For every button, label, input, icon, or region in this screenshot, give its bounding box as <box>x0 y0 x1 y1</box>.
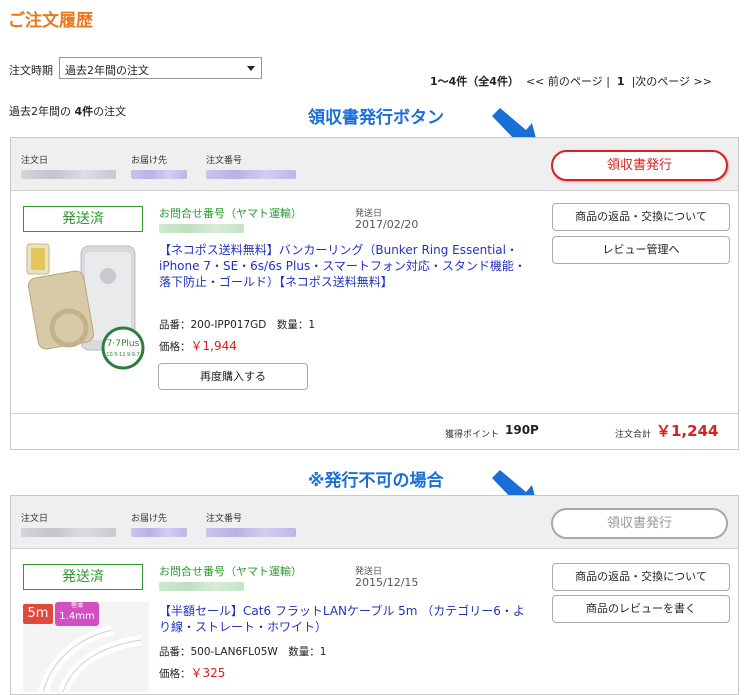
order-date-redacted <box>21 170 116 179</box>
tracking-number-redacted <box>159 224 244 233</box>
pagination: 1〜4件（全4件） << 前のページ | 1 |次のページ >> <box>430 73 712 89</box>
tracking-number-label[interactable]: お問合せ番号（ヤマト運輸） <box>159 205 302 221</box>
write-review-button[interactable]: 商品のレビューを書く <box>552 595 730 623</box>
order-date-label: 注文日 <box>21 156 49 166</box>
order-date-label: 注文日 <box>21 514 49 524</box>
order-number-label: 注文番号 <box>206 156 243 166</box>
product-price-row: 価格：￥325 <box>159 664 225 681</box>
product-name-link[interactable]: 【ネコポス送料無料】バンカーリング（Bunker Ring Essential・… <box>159 242 529 290</box>
product-price-row: 価格：￥1,944 <box>159 337 237 354</box>
return-exchange-button[interactable]: 商品の返品・交換について <box>552 203 730 231</box>
pager-next-link[interactable]: 次のページ >> <box>635 75 712 88</box>
period-label: 注文時期 <box>9 64 53 77</box>
summary-count: 4件 <box>74 105 94 118</box>
product-image[interactable]: 5m 極薄 1.4mm <box>23 602 149 692</box>
product-sku: 品番：500-LAN6FL05W 数量：1 <box>159 646 327 658</box>
order-total-label: 注文合計 <box>615 430 652 440</box>
cable-illustration <box>38 626 142 692</box>
ship-to-redacted <box>131 170 187 179</box>
order-total-value: ￥1,244 <box>656 422 719 440</box>
receipt-issue-button-disabled: 領収書発行 <box>551 508 728 539</box>
status-badge: 発送済 <box>23 564 143 590</box>
order-date-redacted <box>21 528 116 537</box>
chevron-down-icon <box>247 66 255 71</box>
tracking-number-label[interactable]: お問合せ番号（ヤマト運輸） <box>159 563 302 579</box>
ship-to-label: お届け先 <box>131 156 168 166</box>
length-badge: 5m <box>23 604 53 624</box>
order-card: 注文日 お届け先 注文番号 領収書発行 発送済 お問合せ番号（ヤマト運輸） 発送… <box>10 495 739 695</box>
points-label: 獲得ポイント <box>445 430 500 440</box>
annotation-not-issuable: ※発行不可の場合 <box>308 471 444 491</box>
order-number-redacted <box>206 170 296 179</box>
pager-current-page: 1 <box>616 75 625 88</box>
summary-prefix: 過去2年間の <box>9 105 71 118</box>
page-title: ご注文履歴 <box>8 11 93 31</box>
order-number-label: 注文番号 <box>206 514 243 524</box>
summary-suffix: の注文 <box>93 105 127 118</box>
product-name-link[interactable]: 【半額セール】Cat6 フラットLANケーブル 5m （カテゴリー6・より線・ス… <box>159 603 529 635</box>
product-price: ￥1,944 <box>190 339 237 353</box>
product-image[interactable]: 7·7Plus 10.5·12.9·9.7 <box>23 242 153 372</box>
pager-range: 1〜4件（全4件） <box>430 75 519 88</box>
receipt-issue-button[interactable]: 領収書発行 <box>551 150 728 181</box>
divider <box>11 413 738 414</box>
tracking-number-redacted <box>159 582 244 591</box>
svg-text:7·7Plus: 7·7Plus <box>107 339 140 349</box>
order-header: 注文日 お届け先 注文番号 領収書発行 <box>11 496 738 549</box>
product-price: ￥325 <box>190 666 226 680</box>
rebuy-button[interactable]: 再度購入する <box>158 363 308 390</box>
thin-label: 極薄 <box>70 602 83 609</box>
order-number-redacted <box>206 528 296 537</box>
annotation-receipt-button: 領収書発行ボタン <box>308 108 444 128</box>
return-exchange-button[interactable]: 商品の返品・交換について <box>552 563 730 591</box>
ship-to-label: お届け先 <box>131 514 168 524</box>
order-header: 注文日 お届け先 注文番号 領収書発行 <box>11 138 738 191</box>
shipped-date: 2015/12/15 <box>355 576 419 589</box>
order-summary: 過去2年間の 4件の注文 <box>9 103 126 119</box>
status-badge: 発送済 <box>23 206 143 232</box>
shipped-date: 2017/02/20 <box>355 218 419 231</box>
order-card: 注文日 お届け先 注文番号 領収書発行 発送済 お問合せ番号（ヤマト運輸） 発送… <box>10 137 739 450</box>
period-select-value: 過去2年間の注文 <box>65 64 149 77</box>
thickness-label: 1.4mm <box>59 611 95 622</box>
points-value: 190P <box>505 423 539 437</box>
thickness-badge: 極薄 1.4mm <box>55 602 99 626</box>
period-select[interactable]: 過去2年間の注文 <box>59 57 262 79</box>
svg-text:10.5·12.9·9.7: 10.5·12.9·9.7 <box>106 352 139 358</box>
pager-separator: | <box>606 75 610 88</box>
price-label: 価格： <box>159 668 191 680</box>
ship-to-redacted <box>131 528 187 537</box>
review-manage-button[interactable]: レビュー管理へ <box>552 236 730 264</box>
price-label: 価格： <box>159 341 191 353</box>
pager-prev-link[interactable]: << 前のページ <box>526 75 603 88</box>
product-sku: 品番：200-IPP017GD 数量：1 <box>159 319 316 331</box>
